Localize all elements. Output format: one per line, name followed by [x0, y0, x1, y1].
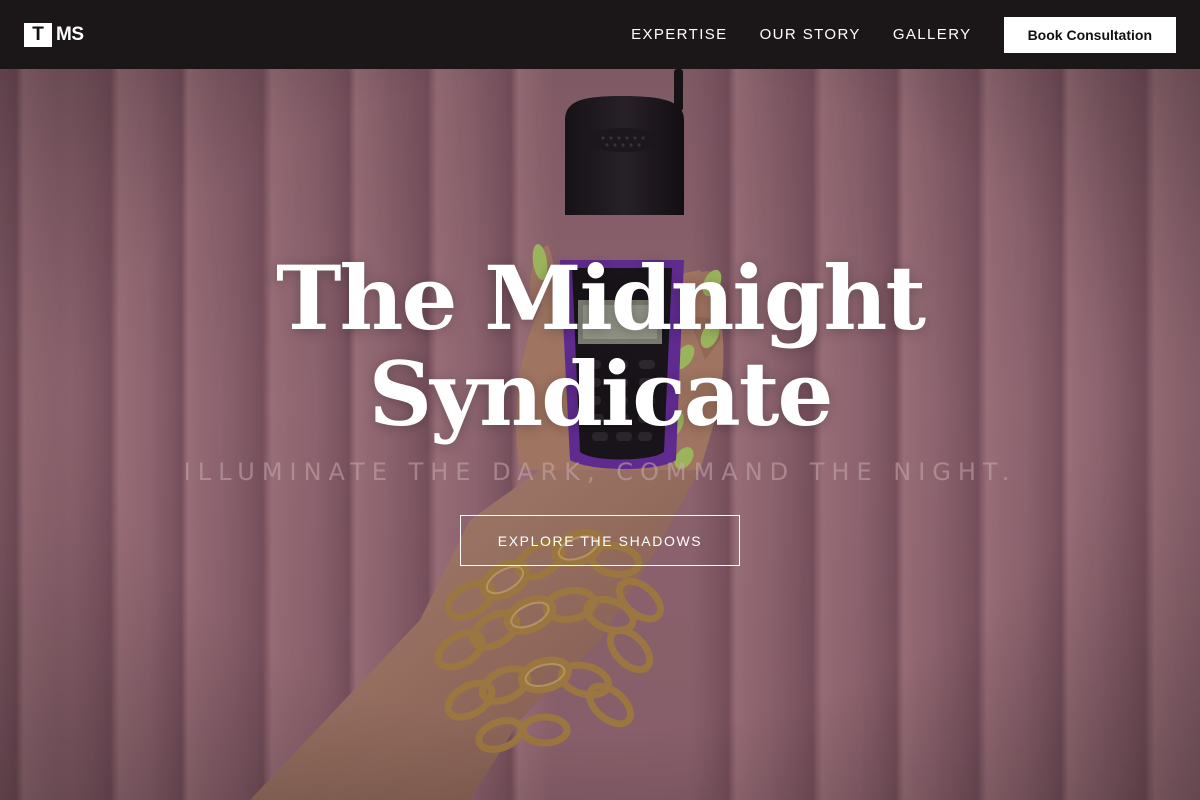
hero-title-line-1: The Midnight [275, 246, 926, 350]
logo-mark: T [24, 22, 52, 47]
book-consultation-button[interactable]: Book Consultation [1003, 16, 1176, 53]
hero-title-line-2: Syndicate [368, 342, 834, 446]
nav-link-expertise[interactable]: EXPERTISE [631, 26, 728, 43]
top-navbar: T MS EXPERTISE OUR STORY GALLERY Book Co… [0, 0, 1200, 69]
brand-logo[interactable]: T MS [24, 22, 84, 47]
logo-text: MS [56, 23, 84, 45]
primary-nav: EXPERTISE OUR STORY GALLERY Book Consult… [631, 16, 1176, 53]
explore-the-shadows-button[interactable]: EXPLORE THE SHADOWS [460, 515, 740, 566]
hero-tagline: ILLUMINATE THE DARK, COMMAND THE NIGHT. [183, 458, 1017, 486]
nav-link-our-story[interactable]: OUR STORY [760, 26, 861, 43]
nav-link-gallery[interactable]: GALLERY [893, 26, 972, 43]
hero-title: The Midnight Syndicate [0, 250, 1200, 442]
